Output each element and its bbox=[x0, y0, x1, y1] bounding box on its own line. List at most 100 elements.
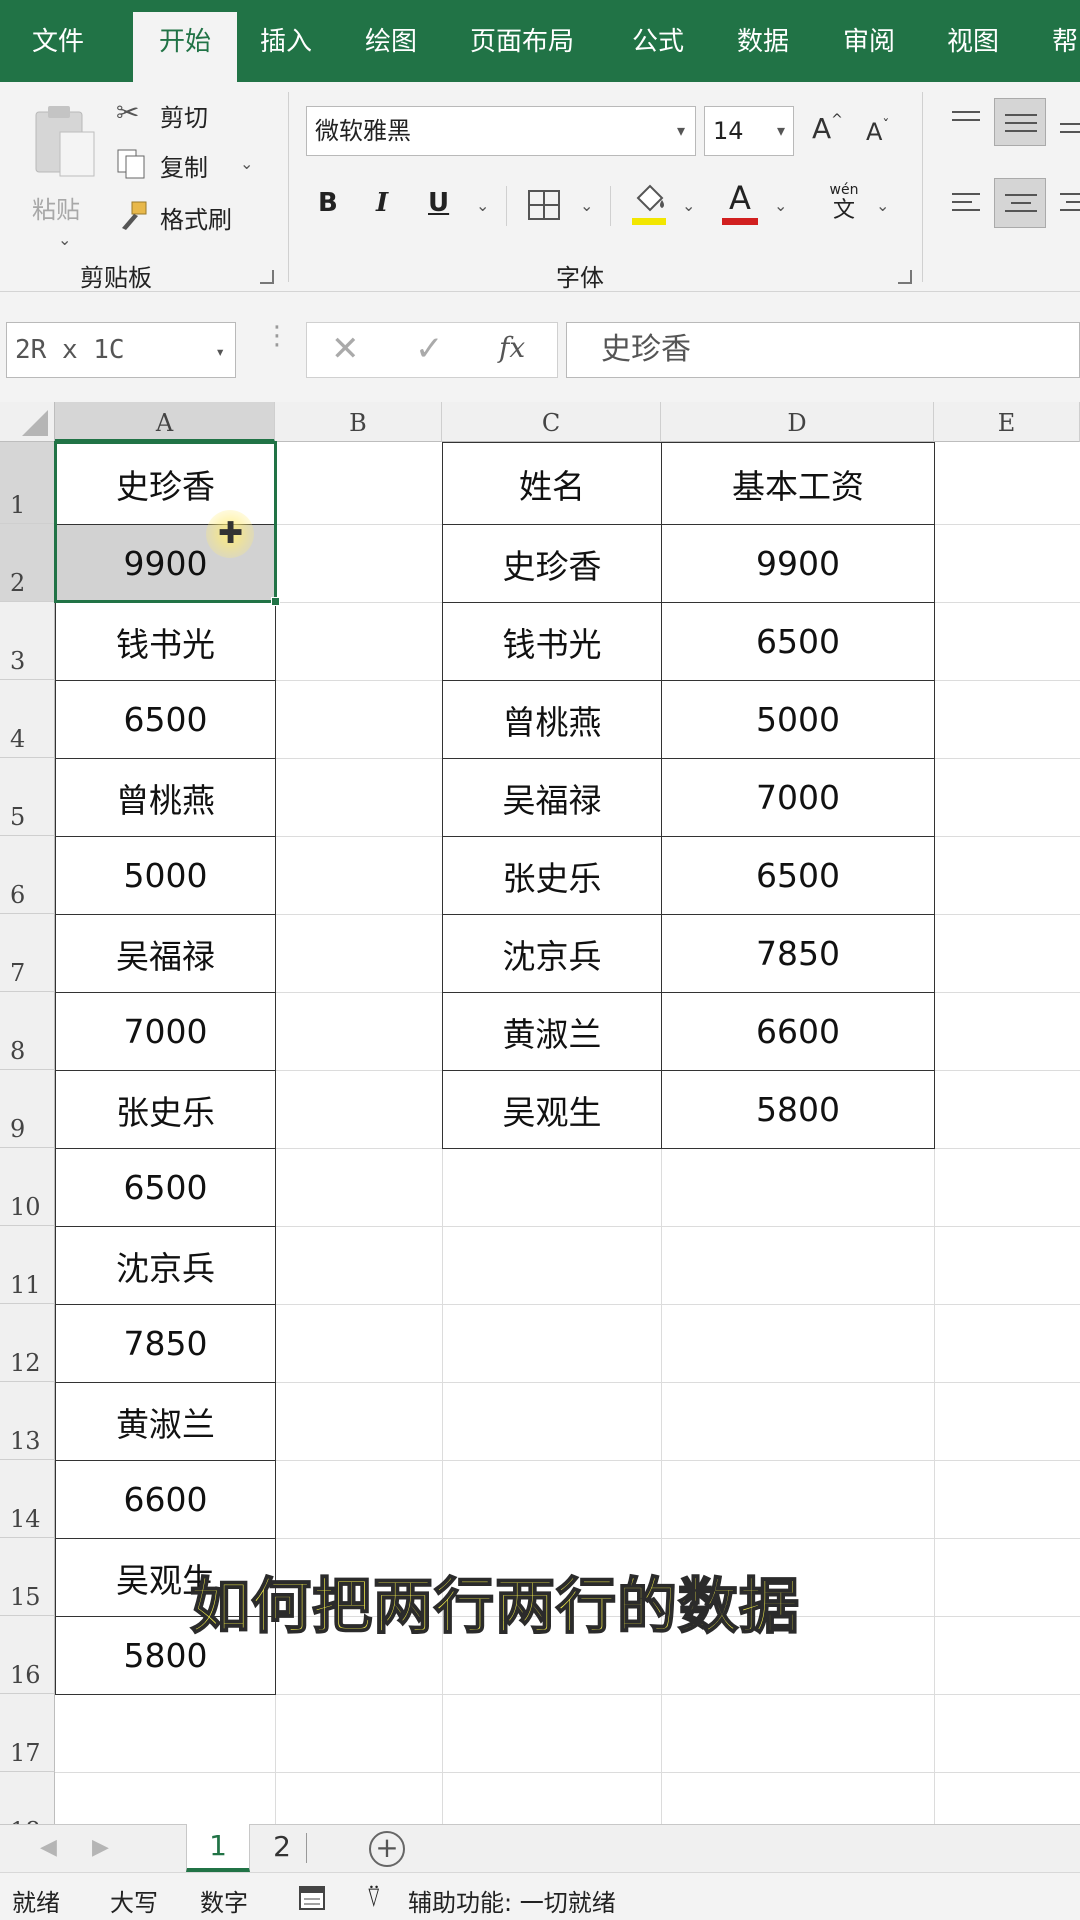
row-header[interactable]: 2 bbox=[0, 524, 55, 602]
row-header[interactable]: 7 bbox=[0, 914, 55, 992]
name-box[interactable]: 2R x 1C ▾ bbox=[6, 322, 236, 378]
table-cell-name[interactable]: 史珍香 bbox=[442, 524, 662, 603]
scroll-right-icon[interactable]: ▶ bbox=[92, 1835, 109, 1860]
cell-A9[interactable]: 张史乐 bbox=[55, 1070, 276, 1149]
phonetic-dropdown-icon[interactable]: ⌄ bbox=[876, 196, 889, 215]
cell-A3[interactable]: 钱书光 bbox=[55, 602, 276, 681]
cell-A4[interactable]: 6500 bbox=[55, 680, 276, 759]
font-name-box[interactable]: 微软雅黑 ▾ bbox=[306, 106, 696, 156]
tab-view[interactable]: 视图 bbox=[947, 22, 999, 62]
align-left-icon[interactable] bbox=[948, 186, 984, 222]
cell-A7[interactable]: 吴福禄 bbox=[55, 914, 276, 993]
sheet-tab-1[interactable]: 1 bbox=[186, 1824, 250, 1872]
table-cell-name[interactable]: 张史乐 bbox=[442, 836, 662, 915]
font-size-box[interactable]: 14 ▾ bbox=[704, 106, 794, 156]
insert-function-icon[interactable]: fx bbox=[499, 331, 525, 364]
cell-A13[interactable]: 黄淑兰 bbox=[55, 1382, 276, 1461]
phonetic-guide-button[interactable]: wén 文 bbox=[824, 182, 864, 224]
paste-button[interactable]: 粘贴 ⌄ bbox=[30, 102, 102, 252]
fill-handle[interactable] bbox=[271, 597, 280, 606]
middle-align-button[interactable] bbox=[994, 98, 1046, 146]
cell-A11[interactable]: 沈京兵 bbox=[55, 1226, 276, 1305]
name-box-dropdown-icon[interactable]: ▾ bbox=[215, 325, 225, 379]
row-header[interactable]: 13 bbox=[0, 1382, 55, 1460]
borders-icon[interactable] bbox=[526, 188, 562, 222]
clipboard-launcher-icon[interactable] bbox=[260, 270, 274, 284]
row-header[interactable]: 17 bbox=[0, 1694, 55, 1772]
borders-dropdown-icon[interactable]: ⌄ bbox=[580, 196, 593, 215]
table-cell-salary[interactable]: 7000 bbox=[661, 758, 935, 837]
scroll-left-icon[interactable]: ◀ bbox=[40, 1835, 57, 1860]
cut-button[interactable]: ✂ 剪切 bbox=[116, 96, 266, 132]
row-header[interactable]: 4 bbox=[0, 680, 55, 758]
italic-button[interactable]: I bbox=[376, 188, 388, 218]
row-header[interactable]: 8 bbox=[0, 992, 55, 1070]
row-header[interactable]: 12 bbox=[0, 1304, 55, 1382]
add-sheet-icon[interactable]: + bbox=[369, 1831, 405, 1867]
column-header-D[interactable]: D bbox=[661, 402, 934, 442]
table-cell-salary[interactable]: 5000 bbox=[661, 680, 935, 759]
column-header-C[interactable]: C bbox=[442, 402, 661, 442]
column-header-B[interactable]: B bbox=[275, 402, 442, 442]
bottom-align-icon[interactable] bbox=[1058, 104, 1080, 140]
shrink-font-button[interactable]: Aˇ bbox=[866, 118, 889, 146]
table-cell-salary[interactable]: 6600 bbox=[661, 992, 935, 1071]
row-header[interactable]: 5 bbox=[0, 758, 55, 836]
table-cell-name[interactable]: 黄淑兰 bbox=[442, 992, 662, 1071]
select-all-corner[interactable] bbox=[0, 402, 55, 442]
tab-draw[interactable]: 绘图 bbox=[365, 22, 417, 62]
font-color-button[interactable]: A bbox=[720, 180, 760, 228]
cell-A10[interactable]: 6500 bbox=[55, 1148, 276, 1227]
table-cell-salary[interactable]: 6500 bbox=[661, 602, 935, 681]
format-painter-button[interactable]: 格式刷 bbox=[116, 198, 266, 234]
table-cell-name[interactable]: 吴观生 bbox=[442, 1070, 662, 1149]
macro-recording-icon[interactable] bbox=[298, 1885, 326, 1911]
table-cell-salary[interactable]: 7850 bbox=[661, 914, 935, 993]
enter-check-icon[interactable]: ✓ bbox=[415, 329, 444, 369]
tab-page-layout[interactable]: 页面布局 bbox=[470, 22, 574, 62]
tab-data[interactable]: 数据 bbox=[737, 22, 789, 62]
table-header-name[interactable]: 姓名 bbox=[442, 442, 662, 525]
font-color-dropdown-icon[interactable]: ⌄ bbox=[774, 196, 787, 215]
column-header-A[interactable]: A bbox=[55, 402, 275, 442]
row-header[interactable]: 6 bbox=[0, 836, 55, 914]
bold-button[interactable]: B bbox=[318, 188, 338, 218]
table-cell-salary[interactable]: 6500 bbox=[661, 836, 935, 915]
font-name-dropdown-icon[interactable]: ▾ bbox=[677, 107, 685, 155]
more-options-icon[interactable]: ⋮ bbox=[264, 323, 290, 349]
table-cell-name[interactable]: 沈京兵 bbox=[442, 914, 662, 993]
tab-formulas[interactable]: 公式 bbox=[632, 22, 684, 62]
tab-review[interactable]: 审阅 bbox=[843, 22, 895, 62]
row-header[interactable]: 11 bbox=[0, 1226, 55, 1304]
align-right-icon[interactable] bbox=[1058, 186, 1080, 222]
table-cell-salary[interactable]: 9900 bbox=[661, 524, 935, 603]
row-header[interactable]: 10 bbox=[0, 1148, 55, 1226]
table-header-salary[interactable]: 基本工资 bbox=[661, 442, 935, 525]
table-cell-salary[interactable]: 5800 bbox=[661, 1070, 935, 1149]
fill-color-dropdown-icon[interactable]: ⌄ bbox=[682, 196, 695, 215]
paste-dropdown-icon[interactable]: ⌄ bbox=[58, 230, 71, 249]
tab-home[interactable]: 开始 bbox=[133, 12, 237, 82]
table-cell-name[interactable]: 钱书光 bbox=[442, 602, 662, 681]
row-header[interactable]: 3 bbox=[0, 602, 55, 680]
tab-file[interactable]: 文件 bbox=[32, 22, 84, 62]
align-center-button[interactable] bbox=[994, 178, 1046, 228]
grow-font-button[interactable]: A^ bbox=[812, 112, 843, 145]
tab-insert[interactable]: 插入 bbox=[260, 22, 312, 62]
copy-button[interactable]: 复制 ⌄ bbox=[116, 146, 266, 182]
accessibility-status[interactable]: 辅助功能: 一切就绪 bbox=[408, 1883, 616, 1918]
column-header-E[interactable]: E bbox=[934, 402, 1080, 442]
underline-button[interactable]: U bbox=[428, 188, 449, 218]
row-header[interactable]: 18 bbox=[0, 1772, 55, 1824]
cell-A12[interactable]: 7850 bbox=[55, 1304, 276, 1383]
copy-dropdown-icon[interactable]: ⌄ bbox=[240, 154, 253, 173]
formula-input[interactable]: 史珍香 bbox=[566, 322, 1080, 378]
cell-A8[interactable]: 7000 bbox=[55, 992, 276, 1071]
table-cell-name[interactable]: 曾桃燕 bbox=[442, 680, 662, 759]
cancel-icon[interactable]: ✕ bbox=[331, 329, 360, 369]
tab-help[interactable]: 帮 bbox=[1052, 22, 1078, 62]
sheet-tab-2[interactable]: 2 bbox=[262, 1825, 302, 1871]
row-header[interactable]: 14 bbox=[0, 1460, 55, 1538]
row-header[interactable]: 15 bbox=[0, 1538, 55, 1616]
top-align-icon[interactable] bbox=[948, 104, 984, 140]
